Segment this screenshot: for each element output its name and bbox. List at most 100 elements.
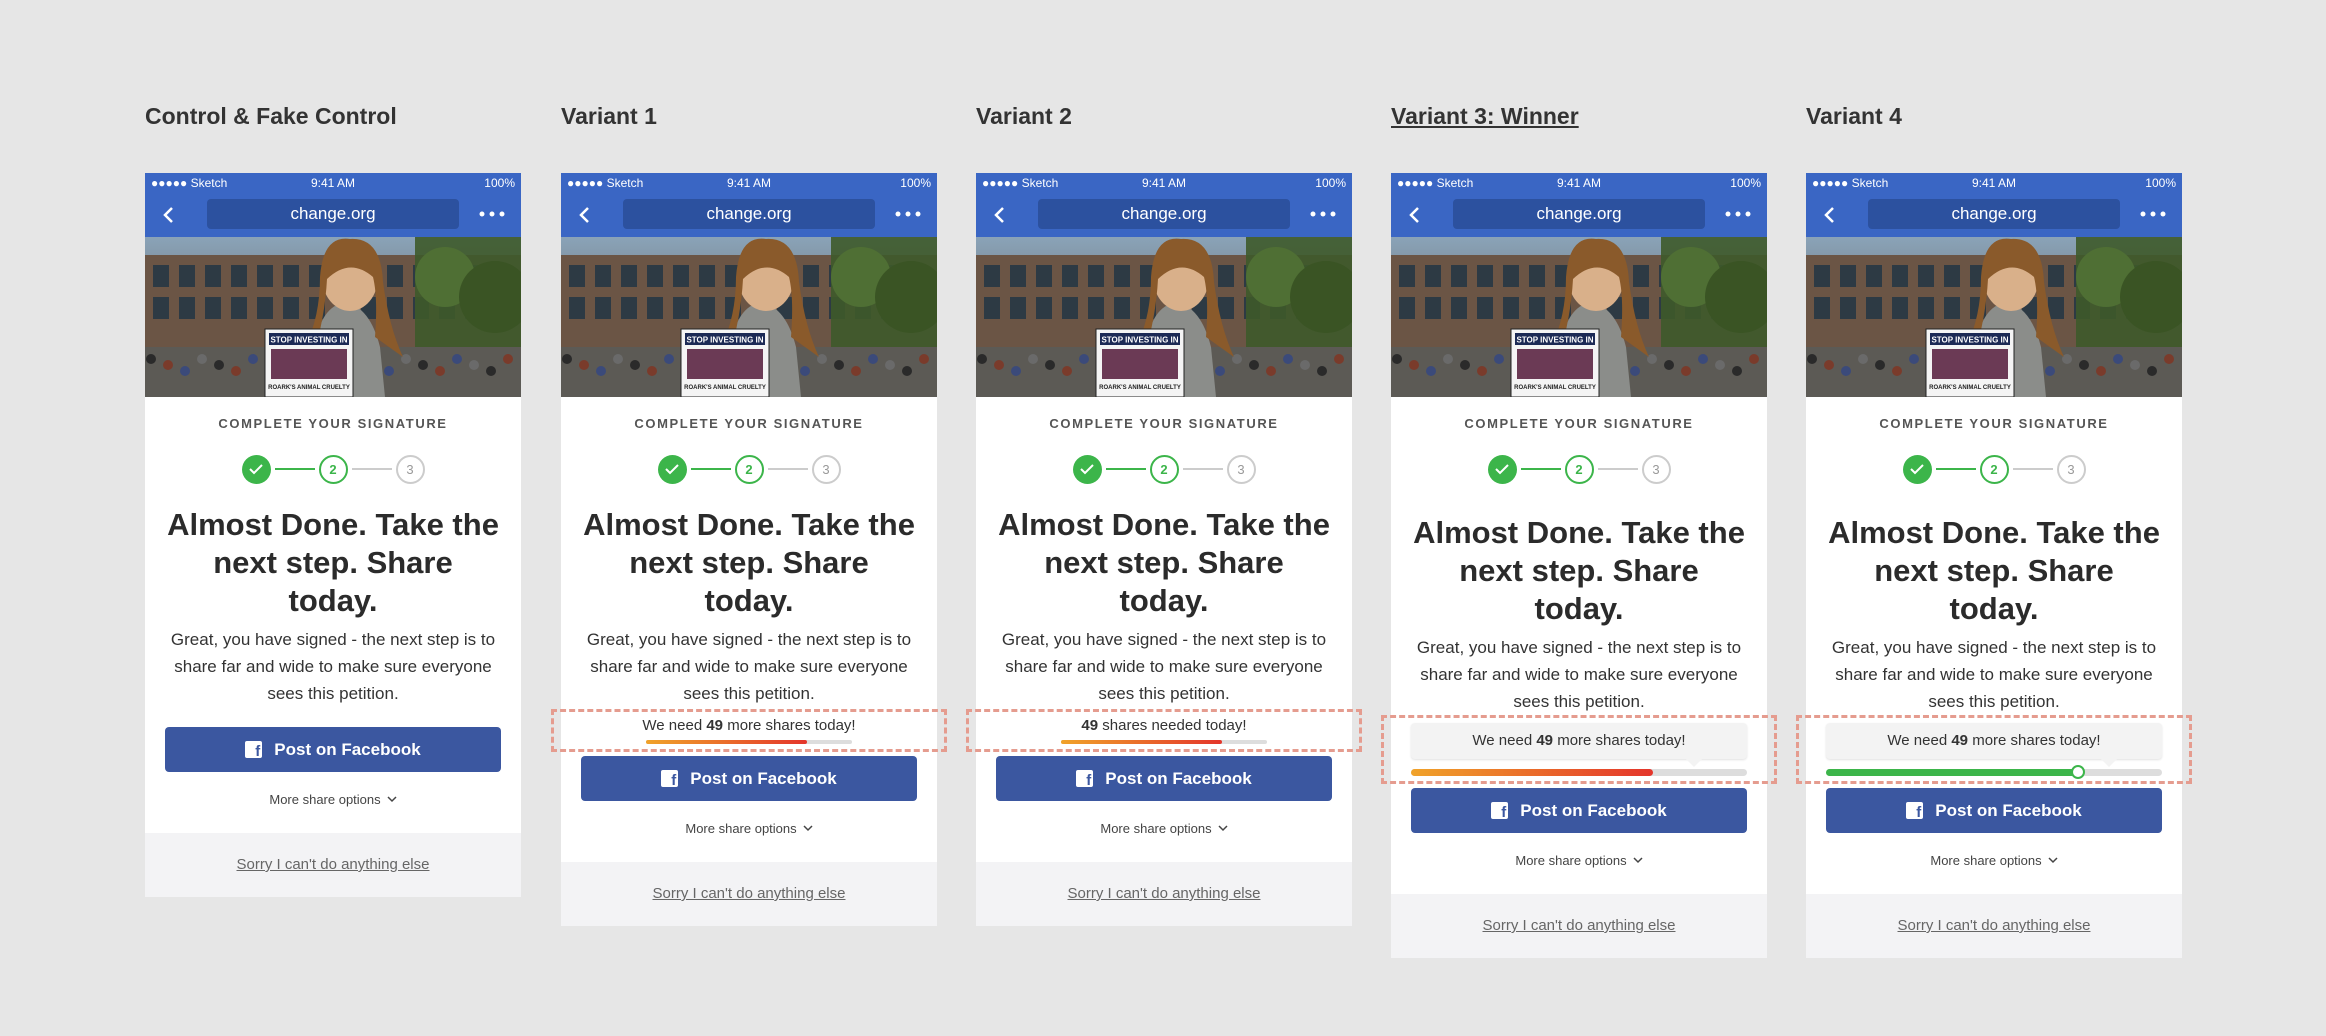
facebook-icon: f: [245, 741, 263, 760]
checkmark-icon: [1910, 464, 1924, 475]
back-icon[interactable]: [577, 205, 593, 225]
share-goal-box: 49 shares needed today!: [996, 717, 1332, 744]
status-time: 9:41 AM: [1556, 176, 1602, 190]
phone-mockup: ●●●●● Sketch 9:41 AM 100% change.org STO…: [561, 173, 937, 926]
facebook-button-label: Post on Facebook: [1105, 768, 1252, 788]
url-field[interactable]: change.org: [623, 199, 875, 229]
url-field[interactable]: change.org: [1038, 199, 1290, 229]
page-body-text: Great, you have signed - the next step i…: [586, 630, 912, 703]
facebook-icon: f: [1906, 802, 1924, 821]
post-on-facebook-button[interactable]: f Post on Facebook: [996, 756, 1332, 801]
more-dots-icon[interactable]: [479, 209, 505, 219]
more-share-options-label: More share options: [269, 792, 381, 807]
more-share-options-label: More share options: [1515, 853, 1627, 868]
page-body-text: Great, you have signed - the next step i…: [1001, 630, 1327, 703]
step-label: COMPLETE YOUR SIGNATURE: [1464, 416, 1694, 431]
step-label: COMPLETE YOUR SIGNATURE: [1879, 416, 2109, 431]
more-share-options-button[interactable]: More share options: [1515, 853, 1643, 868]
more-dots-icon[interactable]: [2140, 209, 2166, 219]
step-3-pending: 3: [1641, 454, 1671, 484]
step-2-active: 2: [1564, 454, 1594, 484]
phone-mockup: ●●●●● Sketch 9:41 AM 100% change.org STO…: [1806, 173, 2182, 958]
decline-link[interactable]: Sorry I can't do anything else: [1898, 917, 2091, 934]
share-progress-bar: [1061, 740, 1267, 744]
status-time: 9:41 AM: [726, 176, 772, 190]
page-headline: Almost Done. Take the next step. Share t…: [998, 507, 1330, 618]
share-goal-tooltip: We need 49 more shares today!: [1411, 723, 1747, 767]
step-1-complete: [1902, 454, 1932, 484]
back-icon[interactable]: [1822, 205, 1838, 225]
decline-link[interactable]: Sorry I can't do anything else: [1068, 885, 1261, 902]
hero-image: STOP INVESTING IN ROARK'S ANIMAL CRUELTY: [976, 237, 1352, 397]
phone-mockup: ●●●●● Sketch 9:41 AM 100% change.org STO…: [145, 173, 521, 897]
more-dots-icon[interactable]: [1725, 209, 1751, 219]
petition-photo: STOP INVESTING IN ROARK'S ANIMAL CRUELTY: [1391, 237, 1767, 397]
step-1-complete: [241, 454, 271, 484]
status-bar: ●●●●● Sketch 9:41 AM 100%: [1391, 173, 1767, 193]
post-on-facebook-button[interactable]: f Post on Facebook: [1411, 788, 1747, 833]
petition-photo: STOP INVESTING IN ROARK'S ANIMAL CRUELTY: [976, 237, 1352, 397]
page-footer: Sorry I can't do anything else: [1391, 894, 1767, 958]
decline-link[interactable]: Sorry I can't do anything else: [653, 885, 846, 902]
progress-stepper: 2 3: [1826, 454, 2162, 484]
status-bar: ●●●●● Sketch 9:41 AM 100%: [1806, 173, 2182, 193]
step-2-active: 2: [1149, 454, 1179, 484]
url-field[interactable]: change.org: [1453, 199, 1705, 229]
progress-stepper: 2 3: [581, 454, 917, 484]
page-headline: Almost Done. Take the next step. Share t…: [1828, 515, 2160, 626]
chevron-down-icon: [803, 825, 813, 832]
more-share-options-button[interactable]: More share options: [1930, 853, 2058, 868]
svg-text:STOP INVESTING IN: STOP INVESTING IN: [1101, 336, 1178, 345]
step-3-pending: 3: [1226, 454, 1256, 484]
url-field[interactable]: change.org: [1868, 199, 2120, 229]
step-2-active: 2: [734, 454, 764, 484]
back-icon[interactable]: [161, 205, 177, 225]
page-headline: Almost Done. Take the next step. Share t…: [167, 507, 499, 618]
page-content: COMPLETE YOUR SIGNATURE 2 3 Almost Done.…: [1806, 416, 2182, 870]
back-icon[interactable]: [992, 205, 1008, 225]
facebook-button-label: Post on Facebook: [690, 768, 837, 788]
share-progress-bar: [1411, 769, 1747, 776]
step-connector: [1597, 468, 1638, 470]
checkmark-icon: [1080, 464, 1094, 475]
post-on-facebook-button[interactable]: f Post on Facebook: [581, 756, 917, 801]
facebook-icon: f: [1491, 802, 1509, 821]
more-dots-icon[interactable]: [895, 209, 921, 219]
post-on-facebook-button[interactable]: f Post on Facebook: [1826, 788, 2162, 833]
step-3-pending: 3: [811, 454, 841, 484]
svg-text:STOP INVESTING IN: STOP INVESTING IN: [270, 336, 347, 345]
share-goal-box: We need 49 more shares today!: [1411, 723, 1747, 776]
browser-bar: change.org: [1806, 193, 2182, 237]
more-share-options-button[interactable]: More share options: [685, 821, 813, 836]
variant-title: Variant 3: Winner: [1391, 103, 1579, 129]
more-share-options-button[interactable]: More share options: [269, 792, 397, 807]
facebook-button-label: Post on Facebook: [274, 739, 421, 759]
battery-level: 100%: [1730, 176, 1761, 190]
hero-image: STOP INVESTING IN ROARK'S ANIMAL CRUELTY: [561, 237, 937, 397]
step-connector: [1105, 468, 1146, 470]
step-label: COMPLETE YOUR SIGNATURE: [218, 416, 448, 431]
petition-photo: STOP INVESTING IN ROARK'S ANIMAL CRUELTY: [561, 237, 937, 397]
more-dots-icon[interactable]: [1310, 209, 1336, 219]
phone-mockup: ●●●●● Sketch 9:41 AM 100% change.org STO…: [1391, 173, 1767, 958]
more-share-options-label: More share options: [685, 821, 797, 836]
decline-link[interactable]: Sorry I can't do anything else: [237, 856, 430, 873]
browser-bar: change.org: [976, 193, 1352, 237]
more-share-options-button[interactable]: More share options: [1100, 821, 1228, 836]
browser-bar: change.org: [145, 193, 521, 237]
battery-level: 100%: [2145, 176, 2176, 190]
post-on-facebook-button[interactable]: f Post on Facebook: [165, 727, 501, 772]
status-time: 9:41 AM: [310, 176, 356, 190]
url-field[interactable]: change.org: [207, 199, 459, 229]
svg-text:ROARK'S ANIMAL CRUELTY: ROARK'S ANIMAL CRUELTY: [268, 385, 350, 391]
decline-link[interactable]: Sorry I can't do anything else: [1483, 917, 1676, 934]
facebook-button-label: Post on Facebook: [1520, 800, 1667, 820]
facebook-icon: f: [661, 770, 679, 789]
page-content: COMPLETE YOUR SIGNATURE 2 3 Almost Done.…: [561, 416, 937, 838]
back-icon[interactable]: [1407, 205, 1423, 225]
share-goal-box: We need 49 more shares today!: [1826, 723, 2162, 779]
chevron-down-icon: [1633, 857, 1643, 864]
variant-title: Variant 2: [976, 103, 1072, 129]
share-goal-text: We need 49 more shares today!: [642, 717, 856, 734]
page-footer: Sorry I can't do anything else: [145, 833, 521, 897]
